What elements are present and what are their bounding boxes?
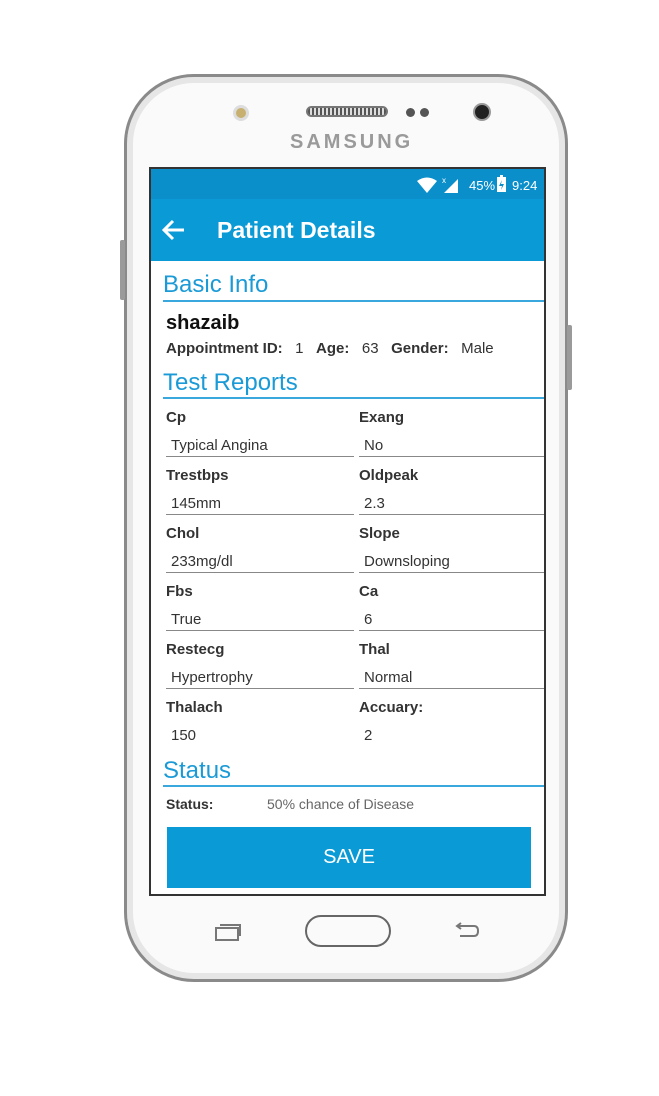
divider xyxy=(163,785,544,787)
clock: 9:24 xyxy=(512,178,538,193)
app-bar: Patient Details xyxy=(151,199,544,261)
signal-icon: x xyxy=(442,176,458,193)
field-label: Restecg xyxy=(166,641,225,658)
field-value: Hypertrophy xyxy=(171,669,253,686)
field-underline xyxy=(359,630,544,631)
sensor-icon xyxy=(233,105,249,121)
field-underline xyxy=(359,572,544,573)
field-value: Normal xyxy=(364,669,413,686)
field-label: Ca xyxy=(359,583,379,600)
back-nav-icon[interactable] xyxy=(452,922,480,940)
divider xyxy=(163,397,544,399)
field-label: Exang xyxy=(359,409,405,426)
field-value: Typical Angina xyxy=(171,437,268,454)
field-label: Accuary: xyxy=(359,699,424,716)
earpiece-speaker xyxy=(306,106,388,117)
field-label: Fbs xyxy=(166,583,193,600)
brand-logo: SAMSUNG xyxy=(290,131,414,153)
field-underline xyxy=(359,514,544,515)
field-label: Thalach xyxy=(166,699,223,716)
section-heading-status: Status xyxy=(163,757,232,784)
field-label: Thal xyxy=(359,641,390,658)
field-value: Downsloping xyxy=(364,553,450,570)
age-label: Age: xyxy=(316,340,350,357)
page-title: Patient Details xyxy=(217,217,376,243)
field-underline xyxy=(166,572,354,573)
recent-apps-icon[interactable] xyxy=(214,922,242,942)
field-label: Chol xyxy=(166,525,200,542)
battery-charging-icon xyxy=(497,175,506,192)
appointment-value: 1 xyxy=(295,340,304,357)
sensor-dot xyxy=(420,108,429,117)
home-button[interactable] xyxy=(305,915,391,947)
svg-text:x: x xyxy=(442,176,446,185)
divider xyxy=(163,300,544,302)
field-value: 233mg/dl xyxy=(171,553,233,570)
appointment-label: Appointment ID: xyxy=(166,340,283,357)
field-underline xyxy=(359,456,544,457)
gender-value: Male xyxy=(461,340,494,357)
field-label: Slope xyxy=(359,525,400,542)
field-underline xyxy=(359,688,544,689)
age-value: 63 xyxy=(361,340,379,357)
field-value: 145mm xyxy=(171,495,222,512)
field-label: Cp xyxy=(166,409,186,426)
status-value: 50% chance of Disease xyxy=(267,796,415,812)
back-arrow-icon[interactable] xyxy=(162,219,186,241)
save-button[interactable]: SAVE xyxy=(167,827,531,888)
field-label: Oldpeak xyxy=(359,467,419,484)
section-heading-basic-info: Basic Info xyxy=(163,271,269,298)
status-label: Status: xyxy=(166,796,214,812)
wifi-icon xyxy=(417,177,437,193)
patient-name: shazaib xyxy=(166,312,240,334)
power-button xyxy=(567,325,572,390)
field-label: Trestbps xyxy=(166,467,229,484)
basic-info-row: Appointment ID: 1 Age: 63 Gender: Male xyxy=(166,340,494,357)
field-value: 2 xyxy=(364,727,373,744)
field-underline xyxy=(166,688,354,689)
battery-percent: 45% xyxy=(469,178,496,193)
front-camera-icon xyxy=(473,103,491,121)
field-value: 6 xyxy=(364,611,373,628)
field-value: 2.3 xyxy=(364,495,385,512)
field-underline xyxy=(166,456,354,457)
gender-label: Gender: xyxy=(391,340,449,357)
section-heading-test-reports: Test Reports xyxy=(163,369,298,396)
field-underline xyxy=(166,514,354,515)
sensor-dot xyxy=(406,108,415,117)
volume-button xyxy=(120,240,125,300)
field-underline xyxy=(166,630,354,631)
status-bar: x 45% 9:24 xyxy=(151,169,544,199)
screen: x 45% 9:24 Patient Details Basic Info sh… xyxy=(149,167,546,896)
field-value: True xyxy=(171,611,202,628)
field-value: No xyxy=(364,437,384,454)
field-value: 150 xyxy=(171,727,197,744)
